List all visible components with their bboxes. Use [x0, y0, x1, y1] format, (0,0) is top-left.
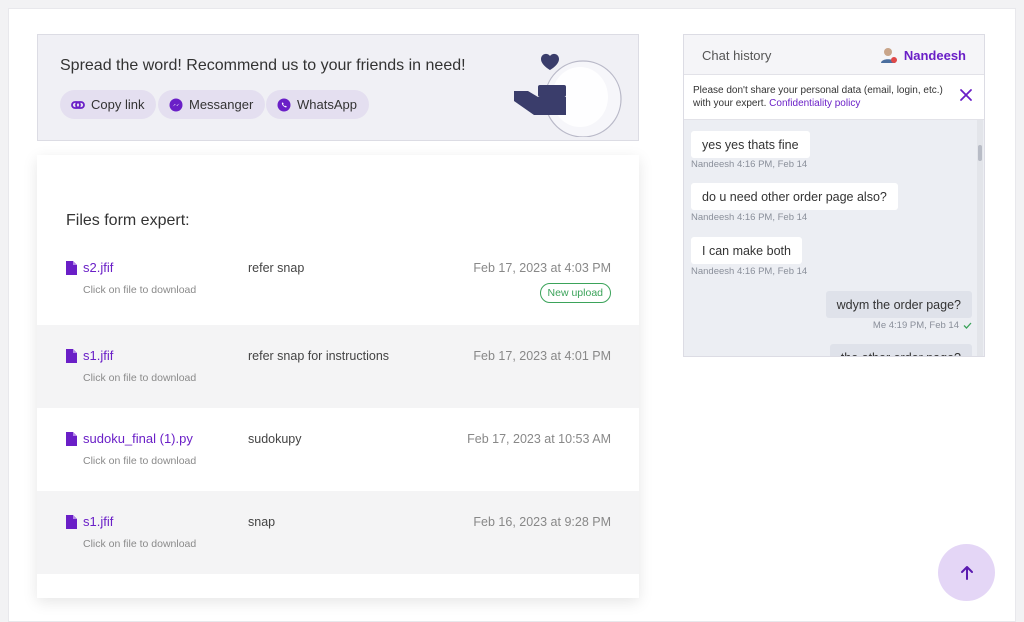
chat-scrollbar-thumb[interactable] [978, 145, 982, 161]
file-hint: Click on file to download [83, 455, 197, 467]
scroll-top-button[interactable] [938, 544, 995, 601]
copy-link-label: Copy link [91, 97, 145, 112]
file-row: sudoku_final (1).py Click on file to dow… [37, 408, 639, 491]
file-name: sudoku_final (1).py [83, 431, 193, 446]
chat-message-meta: Nandeesh 4:16 PM, Feb 14 [691, 266, 808, 277]
file-name: s2.jfif [83, 260, 114, 275]
new-upload-badge: New upload [539, 283, 611, 303]
whatsapp-icon [277, 98, 291, 112]
file-hint: Click on file to download [83, 538, 197, 550]
file-description: refer snap for instructions [248, 349, 390, 363]
chat-header: Chat history Nandeesh [684, 35, 984, 75]
file-row: s2.jfif Click on file to download refer … [37, 239, 639, 325]
messenger-label: Messanger [189, 97, 254, 112]
file-name: s1.jfif [83, 348, 114, 363]
messenger-button[interactable]: Messanger [158, 90, 266, 119]
chat-message-own: wdym the order page? [825, 291, 972, 318]
copy-link-button[interactable]: Copy link [60, 90, 157, 119]
file-link[interactable]: s2.jfif [66, 260, 113, 275]
file-link[interactable]: sudoku_final (1).py [66, 431, 193, 446]
notice-text: Please don't share your personal data (e… [693, 84, 955, 110]
files-card: Files form expert: s2.jfif Click on file… [37, 155, 639, 598]
file-row: s1.jfif Click on file to download snap F… [37, 491, 639, 574]
file-date: Feb 16, 2023 at 9:28 PM [473, 515, 611, 529]
file-row: s1.jfif Click on file to download refer … [37, 325, 639, 408]
close-icon[interactable] [959, 88, 973, 102]
file-link[interactable]: s1.jfif [66, 514, 113, 529]
whatsapp-label: WhatsApp [297, 97, 357, 112]
share-illustration [508, 45, 628, 138]
file-description: snap [248, 515, 276, 529]
file-icon [66, 260, 77, 275]
link-icon [71, 98, 85, 112]
file-date: Feb 17, 2023 at 4:03 PM [473, 261, 611, 275]
file-icon [66, 431, 77, 446]
chat-message-own: the other order page? [829, 344, 972, 356]
file-hint: Click on file to download [83, 284, 197, 296]
avatar [879, 46, 897, 64]
files-title: Files form expert: [66, 212, 190, 229]
chat-message-meta: Nandeesh 4:16 PM, Feb 14 [691, 212, 808, 223]
arrow-up-icon [960, 565, 973, 580]
file-description: refer snap [248, 261, 305, 275]
file-link[interactable]: s1.jfif [66, 348, 113, 363]
file-name: s1.jfif [83, 514, 114, 529]
confidentiality-policy-link[interactable]: Confidentiality policy [769, 98, 860, 109]
file-icon [66, 348, 77, 363]
check-icon [963, 322, 972, 329]
chat-message-meta-text: Me 4:19 PM, Feb 14 [872, 320, 959, 331]
chat-message: yes yes thats fine [691, 131, 810, 158]
share-title: Spread the word! Recommend us to your fr… [60, 57, 466, 74]
file-hint: Click on file to download [83, 372, 197, 384]
chat-message: do u need other order page also? [691, 183, 898, 210]
chat-panel: Chat history Nandeesh Please don't share… [683, 34, 985, 357]
file-date: Feb 17, 2023 at 10:53 AM [467, 432, 611, 446]
file-description: sudokupy [248, 432, 302, 446]
share-banner: Spread the word! Recommend us to your fr… [37, 34, 639, 141]
chat-message-meta: Me 4:19 PM, Feb 14 [873, 320, 972, 331]
chat-title: Chat history [702, 48, 772, 63]
messenger-icon [169, 98, 183, 112]
whatsapp-button[interactable]: WhatsApp [266, 90, 369, 119]
chat-message-meta: Nandeesh 4:16 PM, Feb 14 [691, 159, 808, 170]
file-date: Feb 17, 2023 at 4:01 PM [473, 349, 611, 363]
chat-message: I can make both [691, 237, 802, 264]
privacy-notice: Please don't share your personal data (e… [684, 75, 984, 120]
file-icon [66, 514, 77, 529]
chat-user-name: Nandeesh [903, 47, 966, 63]
chat-user[interactable]: Nandeesh [879, 46, 966, 64]
